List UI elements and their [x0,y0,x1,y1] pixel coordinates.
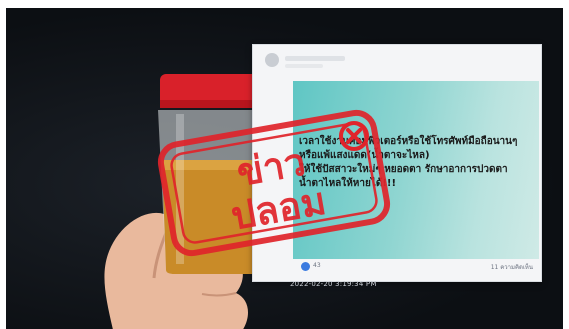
post-timestamp: 2022-02-20 3:19:34 PM [290,280,377,288]
reaction-count: 43 [313,262,321,269]
post-meta-placeholder [285,64,323,68]
avatar [265,53,279,67]
author-name-placeholder [285,56,345,61]
fake-news-stamp: ข่าว ปลอม [157,109,391,257]
post-footer: 43 11 ความคิดเห็น [293,259,539,275]
comment-count: 11 ความคิดเห็น [490,264,533,271]
image-frame: เวลาใช้งานคอมพิวเตอร์หรือใช้โทรศัพท์มือถ… [6,8,563,329]
post-header [253,45,541,77]
like-icon [301,262,310,271]
close-icon [339,121,369,151]
